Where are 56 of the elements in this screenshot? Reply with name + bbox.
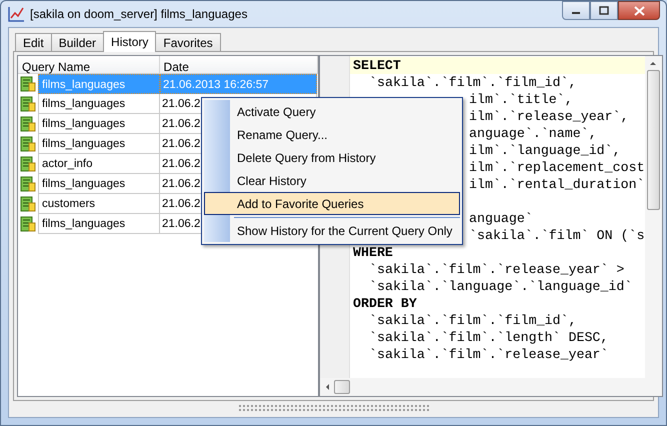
maximize-icon [599,6,609,15]
query-icon [20,136,36,152]
menu-item[interactable]: Add to Favorite Queries [204,192,460,215]
code-line: ilm`.`language_id`, [469,143,621,158]
tab[interactable]: Edit [15,33,52,51]
query-icon [20,76,36,92]
scroll-thumb[interactable] [646,70,660,210]
query-icon [20,96,36,112]
query-icon [20,216,36,232]
menu-item[interactable]: Clear History [204,169,460,192]
query-icon [20,196,36,212]
code-line: WHERE [353,245,393,260]
code-line: ilm`.`title`, [469,92,573,107]
code-line: ilm`.`release_year`, [469,109,629,124]
table-cell[interactable]: films_languages [38,94,160,114]
table-cell[interactable]: films_languages [38,214,160,234]
code-line: anguage` [469,211,533,226]
code-line: `sakila`.`film` ON (`s [469,228,645,243]
code-line: `sakila`.`film`.`release_year` [369,347,608,362]
close-icon [634,6,644,16]
column-header[interactable]: Query Name [18,56,160,73]
code-line: SELECT [353,58,401,73]
menu-item[interactable]: Rename Query... [204,123,460,146]
table-cell[interactable]: customers [38,194,160,214]
code-line: `sakila`.`film`.`film_id`, [369,313,576,328]
code-line: `sakila`.`film`.`film_id`, [369,75,576,90]
table-cell[interactable]: films_languages [38,114,160,134]
tab[interactable]: Builder [50,33,104,51]
query-icon [20,156,36,172]
table-cell[interactable]: films_languages [38,134,160,154]
minimize-button[interactable] [562,1,590,20]
column-header[interactable]: Date [160,56,318,73]
resize-grip[interactable] [238,405,428,413]
app-icon [8,6,25,22]
query-icon [20,116,36,132]
code-line: ORDER BY [353,296,417,311]
code-line: anguage`.`name`, [469,126,597,141]
menu-item[interactable]: Activate Query [204,100,460,123]
tab[interactable]: Favorites [155,33,221,51]
code-line: `sakila`.`film`.`length` DESC, [369,330,608,345]
table-cell[interactable]: films_languages [38,174,160,194]
table-cell[interactable]: actor_info [38,154,160,174]
close-button[interactable] [618,1,660,20]
menu-item[interactable]: Delete Query from History [204,146,460,169]
window-title: [sakila on doom_server] films_languages [30,6,248,23]
code-line: ilm`.`replacement_cost [469,160,645,175]
tab[interactable]: History [103,31,156,52]
menu-item[interactable]: Show History for the Current Query Only [204,219,460,242]
horizontal-scrollbar[interactable] [320,378,662,396]
vertical-scrollbar[interactable] [644,56,662,378]
code-line: `sakila`.`film`.`release_year` > [369,262,624,277]
maximize-button[interactable] [590,1,618,20]
code-line: ilm`.`rental_duration` [469,177,645,192]
code-line: `sakila`.`language`.`language_id` [369,279,632,294]
query-icon [20,176,36,192]
scroll-thumb[interactable] [334,380,350,394]
